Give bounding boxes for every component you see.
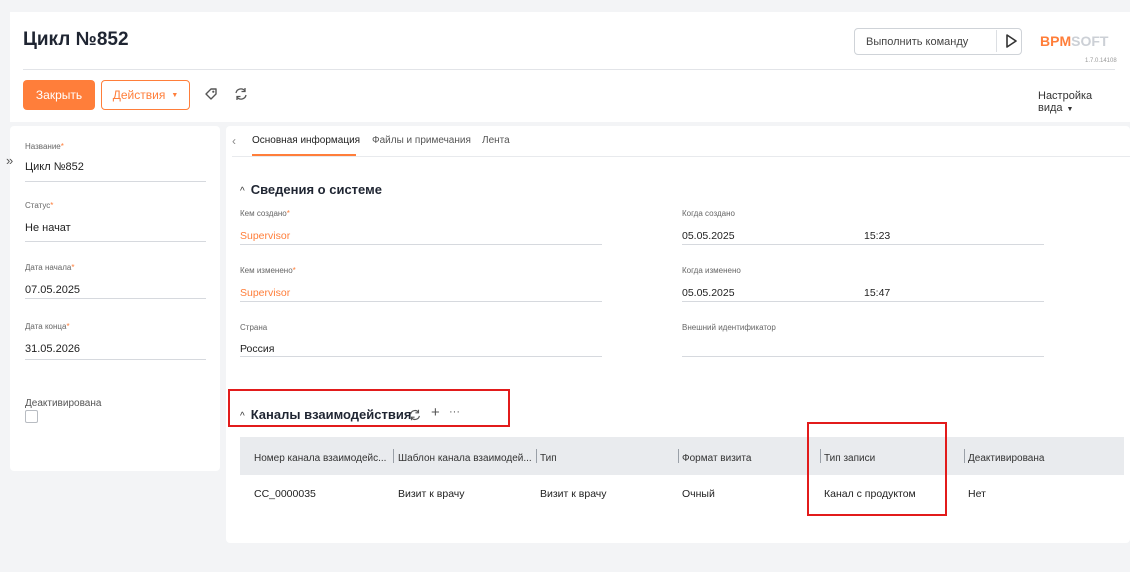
version-label: 1.7.0.14108 bbox=[1085, 58, 1117, 64]
caret-down-icon: ▼ bbox=[1066, 106, 1074, 113]
created-by-value[interactable]: Supervisor bbox=[240, 230, 290, 242]
country-underline bbox=[240, 356, 602, 357]
sync-icon[interactable] bbox=[233, 86, 249, 102]
logo-main-text: BPM bbox=[1040, 33, 1072, 49]
logo-soft-text: SOFT bbox=[1071, 33, 1109, 49]
chevron-up-icon: ^ bbox=[240, 186, 245, 197]
created-on-time[interactable]: 15:23 bbox=[864, 230, 890, 242]
modified-on-underline bbox=[682, 301, 1044, 302]
chevron-up-icon: ^ bbox=[240, 411, 245, 422]
command-separator bbox=[996, 30, 997, 52]
modified-by-value[interactable]: Supervisor bbox=[240, 287, 290, 299]
external-id-label: Внешний идентификатор bbox=[682, 323, 776, 332]
start-date-value[interactable]: 07.05.2025 bbox=[25, 284, 80, 296]
sync-icon[interactable] bbox=[408, 408, 422, 422]
status-field-label: Статус* bbox=[25, 201, 54, 210]
start-date-label: Дата начала* bbox=[25, 263, 75, 272]
column-separator bbox=[678, 449, 679, 463]
tab-files-notes[interactable]: Файлы и примечания bbox=[372, 135, 471, 146]
caret-down-icon: ▼ bbox=[171, 91, 179, 99]
record-type-highlight bbox=[807, 422, 947, 516]
header-divider bbox=[23, 69, 1115, 70]
command-placeholder: Выполнить команду bbox=[866, 36, 969, 48]
tab-feed[interactable]: Лента bbox=[482, 135, 510, 146]
page-title: Цикл №852 bbox=[23, 29, 129, 50]
channels-section-header[interactable]: ^ Каналы взаимодействия bbox=[240, 407, 411, 422]
system-section-header[interactable]: ^ Сведения о системе bbox=[240, 182, 382, 197]
name-field-value[interactable]: Цикл №852 bbox=[25, 161, 84, 173]
modified-on-time[interactable]: 15:47 bbox=[864, 287, 890, 299]
country-label: Страна bbox=[240, 323, 268, 332]
add-icon[interactable]: + bbox=[431, 404, 440, 421]
end-date-value[interactable]: 31.05.2026 bbox=[25, 343, 80, 355]
modified-by-underline bbox=[240, 301, 602, 302]
status-field-value[interactable]: Не начат bbox=[25, 222, 71, 234]
column-separator bbox=[393, 449, 394, 463]
column-header[interactable]: Номер канала взаимодейс... bbox=[254, 453, 386, 464]
tabs-divider bbox=[232, 156, 1130, 157]
run-command-icon[interactable] bbox=[1003, 31, 1019, 51]
expand-panel-icon[interactable]: » bbox=[6, 154, 20, 168]
table-cell[interactable]: Очный bbox=[682, 488, 715, 500]
view-settings-label: Настройка вида bbox=[1038, 90, 1093, 114]
table-cell[interactable]: CC_0000035 bbox=[254, 488, 316, 500]
channels-section-title: Каналы взаимодействия bbox=[250, 407, 412, 422]
status-field-underline bbox=[25, 241, 206, 242]
tabs-scroll-left-icon[interactable]: ‹ bbox=[232, 134, 236, 148]
deactivated-label: Деактивирована bbox=[25, 398, 102, 409]
table-cell[interactable]: Визит к врачу bbox=[540, 488, 607, 500]
actions-button-label: Действия bbox=[112, 88, 166, 102]
bpmsoft-logo: BPMSOFT bbox=[1040, 33, 1108, 49]
created-on-date[interactable]: 05.05.2025 bbox=[682, 230, 735, 242]
end-date-underline bbox=[25, 359, 206, 360]
external-id-underline bbox=[682, 356, 1044, 357]
close-button-label: Закрыть bbox=[35, 88, 83, 102]
created-by-label: Кем создано* bbox=[240, 209, 290, 218]
deactivated-checkbox[interactable] bbox=[25, 410, 38, 423]
tag-icon[interactable] bbox=[203, 86, 219, 102]
start-date-underline bbox=[25, 298, 206, 299]
column-header[interactable]: Деактивирована bbox=[968, 453, 1044, 464]
created-on-label: Когда создано bbox=[682, 209, 735, 218]
tab-main-info[interactable]: Основная информация bbox=[252, 135, 360, 146]
created-by-underline bbox=[240, 244, 602, 245]
created-on-underline bbox=[682, 244, 1044, 245]
table-cell[interactable]: Нет bbox=[968, 488, 986, 500]
column-separator bbox=[536, 449, 537, 463]
column-header[interactable]: Тип bbox=[540, 453, 557, 464]
end-date-label: Дата конца* bbox=[25, 322, 70, 331]
view-settings-button[interactable]: Настройка вида ▼ bbox=[1038, 90, 1130, 114]
close-button[interactable]: Закрыть bbox=[23, 80, 95, 110]
modified-on-label: Когда изменено bbox=[682, 266, 741, 275]
column-header[interactable]: Шаблон канала взаимодей... bbox=[398, 453, 532, 464]
modified-on-date[interactable]: 05.05.2025 bbox=[682, 287, 735, 299]
more-options-icon[interactable]: ··· bbox=[449, 406, 460, 418]
system-section-title: Сведения о системе bbox=[250, 182, 382, 197]
actions-button[interactable]: Действия ▼ bbox=[101, 80, 190, 110]
name-field-underline bbox=[25, 181, 206, 182]
modified-by-label: Кем изменено* bbox=[240, 266, 296, 275]
column-header[interactable]: Формат визита bbox=[682, 453, 751, 464]
name-field-label: Название* bbox=[25, 142, 64, 151]
column-separator bbox=[964, 449, 965, 463]
table-cell-link[interactable]: Визит к врачу bbox=[398, 488, 465, 500]
country-value[interactable]: Россия bbox=[240, 343, 274, 355]
